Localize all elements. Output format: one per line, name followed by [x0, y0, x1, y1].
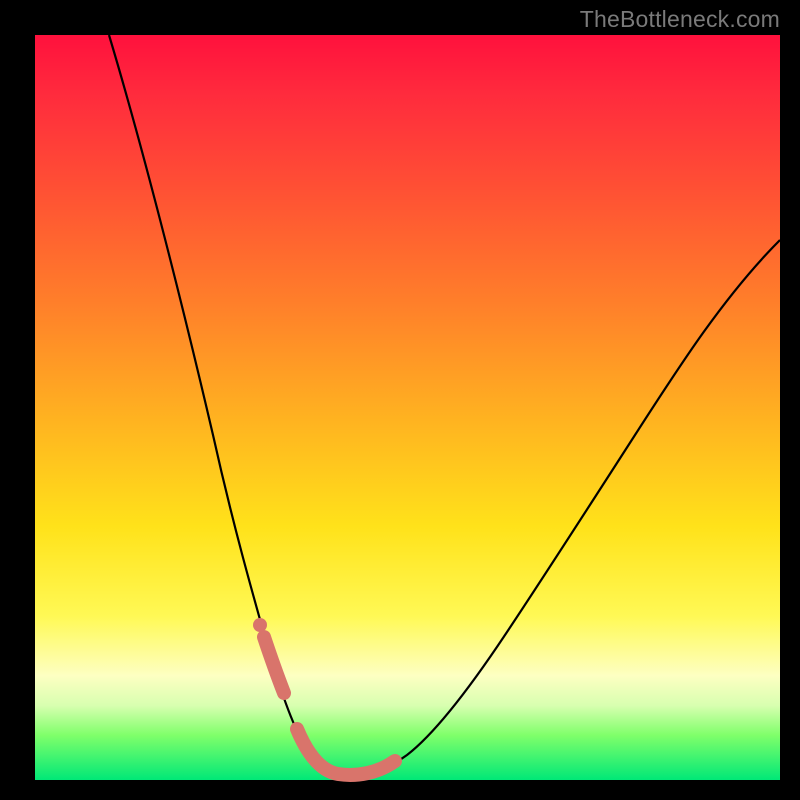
highlight-dot — [253, 618, 267, 632]
chart-frame: TheBottleneck.com — [0, 0, 800, 800]
plot-area — [35, 35, 780, 780]
highlight-segment-valley — [297, 729, 395, 775]
watermark-text: TheBottleneck.com — [580, 6, 780, 33]
curve-layer — [35, 35, 780, 780]
bottleneck-curve — [109, 35, 780, 775]
highlight-segment-left — [264, 637, 284, 693]
